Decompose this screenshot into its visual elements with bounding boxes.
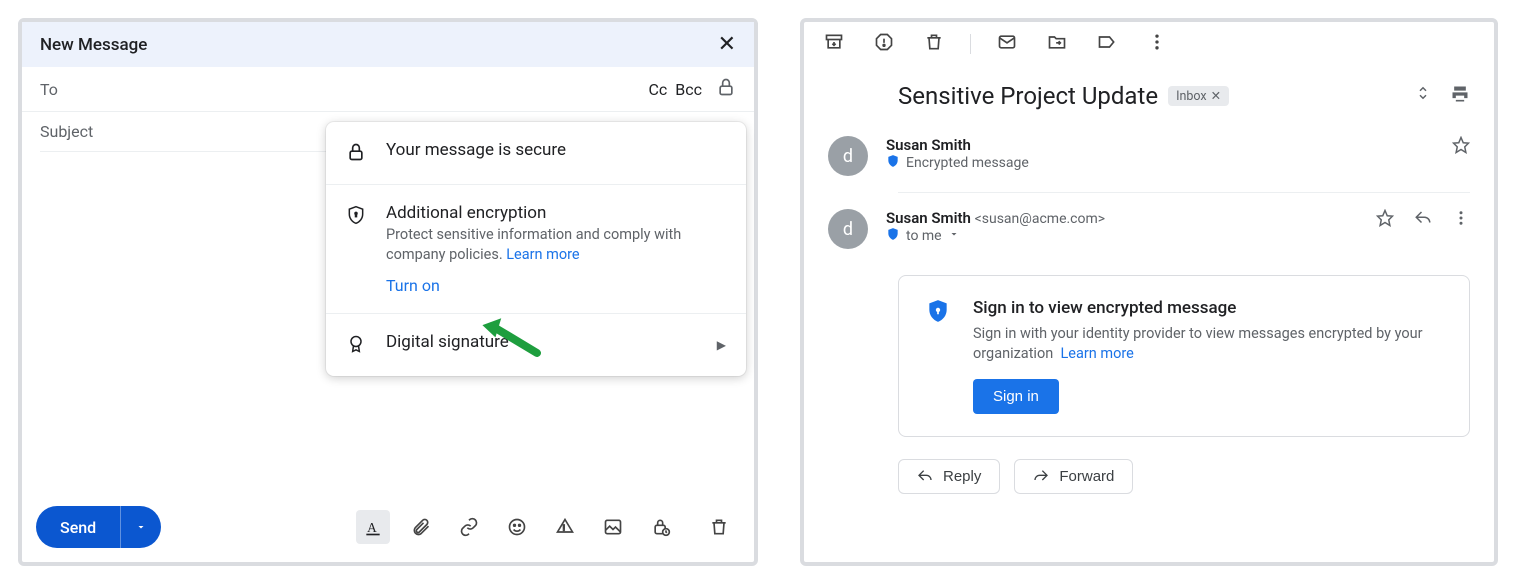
compose-window: New Message ✕ To Cc Bcc Subject Your mes… (18, 18, 758, 566)
mark-unread-icon[interactable] (997, 32, 1017, 56)
spam-icon[interactable] (874, 32, 894, 56)
encrypted-desc: Sign in with your identity provider to v… (973, 324, 1443, 365)
compose-title: New Message (40, 35, 147, 55)
more-icon[interactable] (1147, 32, 1167, 56)
archive-icon[interactable] (824, 32, 844, 56)
star-icon[interactable] (1452, 136, 1470, 158)
signature-title: Digital signature (386, 332, 699, 352)
print-icon[interactable] (1450, 84, 1470, 108)
separator (970, 34, 971, 54)
send-more-button[interactable] (121, 518, 161, 537)
cc-button[interactable]: Cc (648, 80, 667, 99)
secure-section: Your message is secure (326, 122, 746, 185)
shield-icon (925, 298, 951, 414)
badge-icon (346, 332, 368, 358)
secure-title: Your message is secure (386, 140, 726, 160)
label-chip[interactable]: Inbox ✕ (1168, 86, 1229, 106)
send-button[interactable]: Send (36, 506, 161, 548)
drive-icon[interactable]: ! (548, 510, 582, 544)
encrypted-card: Sign in to view encrypted message Sign i… (898, 275, 1470, 437)
shield-icon (886, 227, 900, 245)
security-popover: Your message is secure Additional encryp… (326, 122, 746, 376)
lock-icon[interactable] (716, 77, 736, 101)
sign-in-button[interactable]: Sign in (973, 379, 1059, 414)
bcc-button[interactable]: Bcc (675, 80, 702, 99)
reply-label: Reply (943, 468, 981, 485)
move-to-icon[interactable] (1047, 32, 1067, 56)
star-icon[interactable] (1376, 209, 1394, 231)
more-icon[interactable] (1452, 209, 1470, 231)
label-text: Inbox (1176, 89, 1207, 104)
confidential-icon[interactable] (644, 510, 678, 544)
learn-more-link[interactable]: Learn more (506, 246, 579, 263)
signature-section[interactable]: Digital signature ▶ (326, 314, 746, 376)
avatar: d (828, 136, 868, 176)
link-icon[interactable] (452, 510, 486, 544)
reply-row: Reply Forward (804, 451, 1494, 508)
action-bar (804, 22, 1494, 68)
expand-icon[interactable] (1414, 84, 1432, 108)
recipient-line[interactable]: to me (886, 227, 1105, 245)
reply-icon[interactable] (1414, 209, 1432, 231)
encrypted-text: Encrypted message (906, 155, 1029, 171)
image-icon[interactable] (596, 510, 630, 544)
encrypted-indicator: Encrypted message (886, 154, 1029, 172)
svg-text:!: ! (563, 523, 565, 532)
emoji-icon[interactable] (500, 510, 534, 544)
shield-icon (346, 203, 368, 229)
delete-icon[interactable] (924, 32, 944, 56)
svg-text:A: A (367, 520, 377, 535)
to-me-text: to me (906, 228, 942, 244)
compose-footer: Send A ! (22, 496, 754, 562)
sender-name: Susan Smith (886, 136, 1029, 154)
encryption-title: Additional encryption (386, 203, 726, 223)
to-field-row[interactable]: To Cc Bcc (22, 67, 754, 112)
label-remove-icon[interactable]: ✕ (1211, 88, 1221, 104)
subject-row: Sensitive Project Update Inbox ✕ (804, 68, 1494, 124)
send-label[interactable]: Send (36, 518, 120, 537)
learn-more-link[interactable]: Learn more (1060, 345, 1133, 362)
chevron-right-icon: ▶ (717, 338, 726, 352)
forward-label: Forward (1059, 468, 1114, 485)
subject-placeholder: Subject (40, 122, 93, 141)
chevron-down-icon[interactable] (948, 228, 960, 244)
message-subject: Sensitive Project Update (898, 82, 1158, 110)
encryption-section: Additional encryption Protect sensitive … (326, 185, 746, 314)
divider (898, 192, 1470, 193)
shield-icon (886, 154, 900, 172)
collapsed-message[interactable]: d Susan Smith Encrypted message (804, 124, 1494, 188)
label-icon[interactable] (1097, 32, 1117, 56)
expanded-message: d Susan Smith <susan@acme.com> to me (804, 197, 1494, 261)
attach-icon[interactable] (404, 510, 438, 544)
close-icon[interactable]: ✕ (718, 32, 736, 57)
turn-on-button[interactable]: Turn on (386, 276, 440, 295)
forward-button[interactable]: Forward (1014, 459, 1133, 494)
encryption-desc: Protect sensitive information and comply… (386, 225, 726, 264)
lock-icon (346, 140, 368, 166)
avatar: d (828, 209, 868, 249)
formatting-icon[interactable]: A (356, 510, 390, 544)
sender-line: Susan Smith <susan@acme.com> (886, 209, 1105, 227)
to-label: To (40, 80, 58, 99)
reply-button[interactable]: Reply (898, 459, 1000, 494)
reading-pane: Sensitive Project Update Inbox ✕ d Susan… (800, 18, 1498, 566)
compose-header: New Message ✕ (22, 22, 754, 67)
discard-icon[interactable] (702, 510, 736, 544)
encrypted-title: Sign in to view encrypted message (973, 298, 1443, 318)
